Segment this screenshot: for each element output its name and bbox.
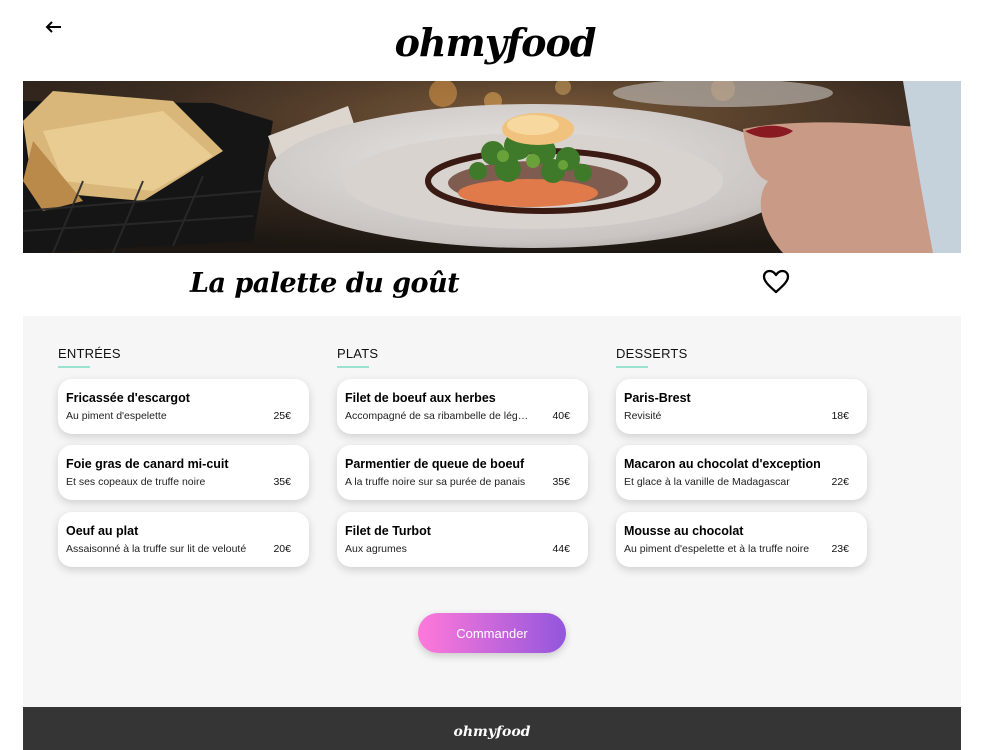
title-underline: [58, 366, 90, 368]
dish-name: Oeuf au plat: [66, 524, 139, 538]
title-underline: [337, 366, 369, 368]
dish-name: Parmentier de queue de boeuf: [345, 457, 525, 471]
dish-price: 20€: [273, 543, 291, 555]
dish-name: Foie gras de canard mi-cuit: [66, 457, 229, 471]
dish-name: Mousse au chocolat: [624, 524, 744, 538]
app-logo[interactable]: ohmyfood: [0, 20, 990, 65]
dish-description: Au piment d'espelette: [66, 410, 167, 422]
dish-card[interactable]: Macaron au chocolat d'exception Et glace…: [616, 445, 867, 500]
menu-section: ENTRÉES Fricassée d'escargot Au piment d…: [23, 316, 961, 707]
dish-name: Macaron au chocolat d'exception: [624, 457, 821, 471]
dish-price: 40€: [552, 410, 570, 422]
dish-card[interactable]: Parmentier de queue de boeuf A la truffe…: [337, 445, 588, 500]
column-title: DESSERTS: [616, 346, 688, 361]
dish-card[interactable]: Fricassée d'escargot Au piment d'espelet…: [58, 379, 309, 434]
dish-card[interactable]: Foie gras de canard mi-cuit Et ses copea…: [58, 445, 309, 500]
dish-price: 23€: [831, 543, 849, 555]
dish-description: Revisité: [624, 410, 662, 422]
dish-price: 35€: [552, 476, 570, 488]
dish-name: Filet de Turbot: [345, 524, 431, 538]
dish-card[interactable]: Filet de boeuf aux herbes Accompagné de …: [337, 379, 588, 434]
dish-description: Assaisonné à la truffe sur lit de velout…: [66, 543, 247, 555]
dish-name: Filet de boeuf aux herbes: [345, 391, 496, 405]
footer-logo[interactable]: ohmyfood: [23, 724, 961, 740]
dish-card[interactable]: Paris-Brest Revisité 18€: [616, 379, 867, 434]
dish-price: 35€: [273, 476, 291, 488]
heart-outline-icon[interactable]: [761, 268, 791, 296]
dish-price: 18€: [831, 410, 849, 422]
dish-price: 25€: [273, 410, 291, 422]
dish-description: Au piment d'espelette et à la truffe noi…: [624, 543, 810, 555]
footer: ohmyfood: [23, 707, 961, 750]
dish-name: Paris-Brest: [624, 391, 691, 405]
dish-description: Accompagné de sa ribambelle de légumes: [345, 410, 531, 422]
dish-description: Et ses copeaux de truffe noire: [66, 476, 206, 488]
column-title: PLATS: [337, 346, 379, 361]
restaurant-hero-image: [23, 81, 961, 253]
dish-name: Fricassée d'escargot: [66, 391, 190, 405]
order-button[interactable]: Commander: [418, 613, 566, 653]
dish-card[interactable]: Oeuf au plat Assaisonné à la truffe sur …: [58, 512, 309, 567]
dish-card[interactable]: Filet de Turbot Aux agrumes 44€: [337, 512, 588, 567]
dish-description: Et glace à la vanille de Madagascar: [624, 476, 790, 488]
dish-description: Aux agrumes: [345, 543, 407, 555]
dish-card[interactable]: Mousse au chocolat Au piment d'espelette…: [616, 512, 867, 567]
column-title: ENTRÉES: [58, 346, 121, 361]
dish-description: A la truffe noire sur sa purée de panais: [345, 476, 526, 488]
dish-price: 22€: [831, 476, 849, 488]
dish-price: 44€: [552, 543, 570, 555]
title-underline: [616, 366, 648, 368]
restaurant-name: La palette du goût: [190, 268, 460, 299]
